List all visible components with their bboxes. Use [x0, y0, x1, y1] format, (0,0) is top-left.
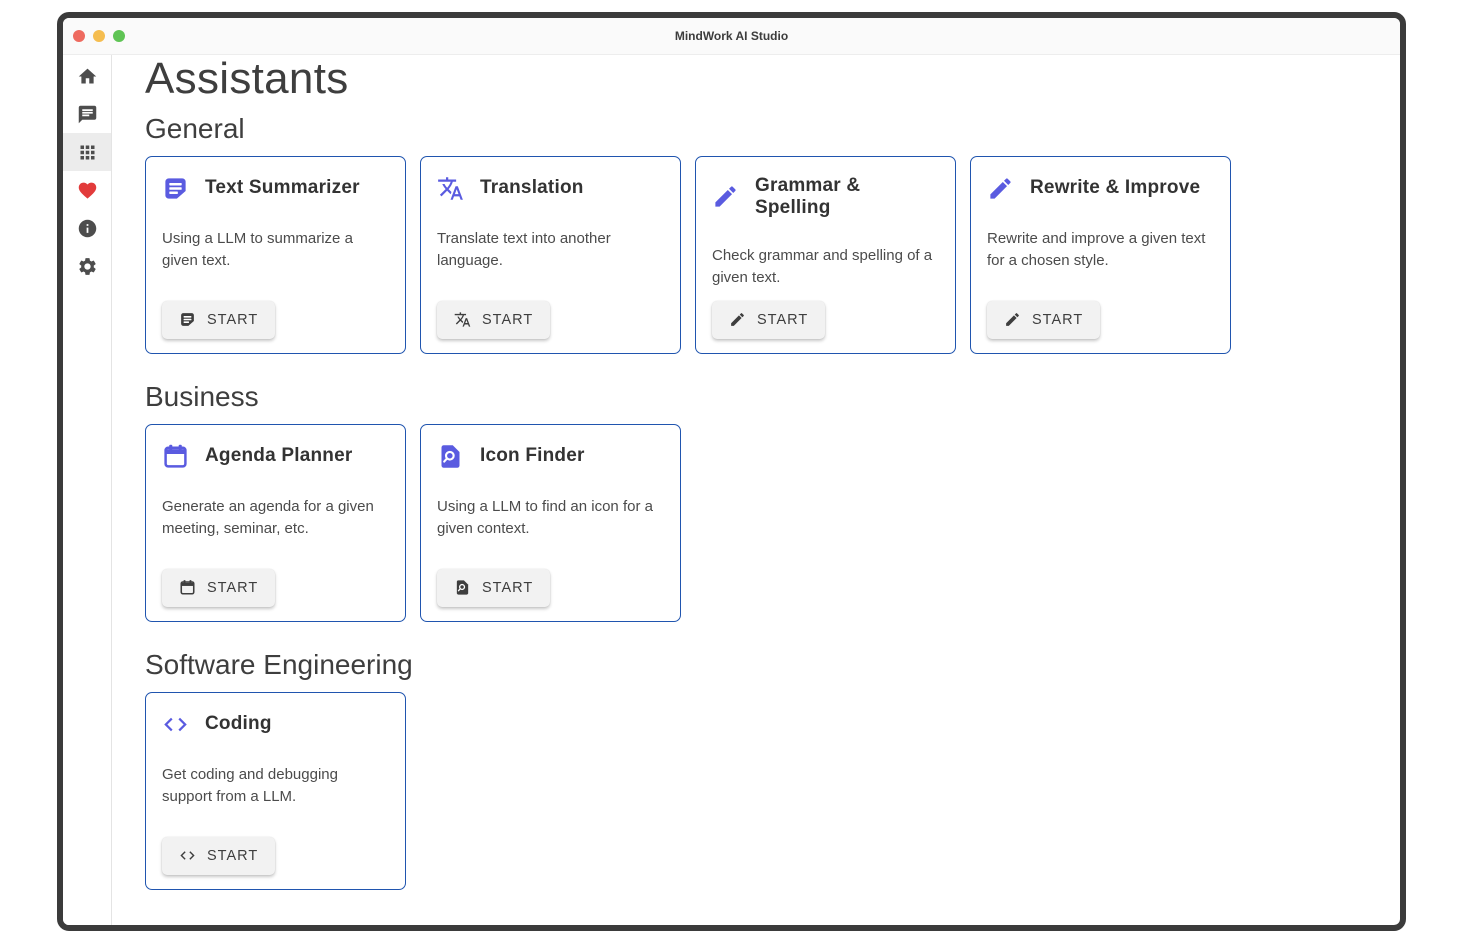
pencil-icon [987, 175, 1014, 202]
start-text-summarizer-button[interactable]: START [162, 301, 275, 339]
cards-row-software-engineering: Coding Get coding and debugging support … [145, 692, 1400, 890]
apps-grid-icon [77, 142, 98, 163]
info-icon [77, 218, 98, 239]
calendar-icon [162, 443, 189, 470]
card-coding: Coding Get coding and debugging support … [145, 692, 406, 890]
card-title: Rewrite & Improve [1030, 177, 1200, 199]
card-title: Grammar & Spelling [755, 175, 939, 219]
card-description: Using a LLM to find an icon for a given … [437, 496, 664, 541]
card-description: Check grammar and spelling of a given te… [712, 245, 939, 290]
sidebar [63, 55, 112, 925]
card-description: Get coding and debugging support from a … [162, 764, 389, 809]
summarize-icon [162, 175, 189, 202]
sidebar-item-home[interactable] [63, 57, 111, 95]
start-button-label: START [757, 312, 808, 328]
code-icon [179, 847, 196, 864]
cards-row-general: Text Summarizer Using a LLM to summarize… [145, 156, 1400, 354]
summarize-icon [179, 311, 196, 328]
sidebar-item-settings[interactable] [63, 247, 111, 285]
start-button-label: START [207, 580, 258, 596]
card-icon-finder: Icon Finder Using a LLM to find an icon … [420, 424, 681, 622]
pencil-icon [729, 311, 746, 328]
minimize-button[interactable] [93, 30, 105, 42]
window-title: MindWork AI Studio [63, 29, 1400, 43]
card-title: Agenda Planner [205, 445, 352, 467]
card-description: Rewrite and improve a given text for a c… [987, 228, 1214, 273]
start-button-label: START [482, 312, 533, 328]
close-button[interactable] [73, 30, 85, 42]
home-icon [77, 66, 98, 87]
start-translation-button[interactable]: START [437, 301, 550, 339]
page-title: Assistants [145, 55, 1400, 103]
card-title: Translation [480, 177, 584, 199]
cards-row-business: Agenda Planner Generate an agenda for a … [145, 424, 1400, 622]
start-coding-button[interactable]: START [162, 837, 275, 875]
card-description: Using a LLM to summarize a given text. [162, 228, 389, 273]
start-button-label: START [207, 312, 258, 328]
app-window: MindWork AI Studio Assistants [57, 12, 1406, 931]
heart-icon [77, 180, 98, 201]
start-icon-finder-button[interactable]: START [437, 569, 550, 607]
window-body: Assistants General Text Summarizer Using… [63, 55, 1400, 925]
card-text-summarizer: Text Summarizer Using a LLM to summarize… [145, 156, 406, 354]
start-agenda-planner-button[interactable]: START [162, 569, 275, 607]
card-description: Generate an agenda for a given meeting, … [162, 496, 389, 541]
pencil-icon [1004, 311, 1021, 328]
sidebar-item-supporters[interactable] [63, 171, 111, 209]
sidebar-item-assistants[interactable] [63, 133, 111, 171]
sidebar-item-chats[interactable] [63, 95, 111, 133]
section-label-software-engineering: Software Engineering [145, 649, 1400, 681]
code-icon [162, 711, 189, 738]
traffic-lights [63, 30, 125, 42]
card-title: Icon Finder [480, 445, 585, 467]
icon-search-icon [454, 579, 471, 596]
calendar-icon [179, 579, 196, 596]
pencil-icon [712, 183, 739, 210]
title-bar: MindWork AI Studio [63, 18, 1400, 55]
card-title: Text Summarizer [205, 177, 360, 199]
start-button-label: START [207, 848, 258, 864]
main-content: Assistants General Text Summarizer Using… [112, 55, 1400, 925]
section-label-general: General [145, 113, 1400, 145]
start-grammar-spelling-button[interactable]: START [712, 301, 825, 339]
card-agenda-planner: Agenda Planner Generate an agenda for a … [145, 424, 406, 622]
start-button-label: START [482, 580, 533, 596]
card-rewrite-improve: Rewrite & Improve Rewrite and improve a … [970, 156, 1231, 354]
card-translation: Translation Translate text into another … [420, 156, 681, 354]
card-grammar-spelling: Grammar & Spelling Check grammar and spe… [695, 156, 956, 354]
start-button-label: START [1032, 312, 1083, 328]
icon-search-icon [437, 443, 464, 470]
sidebar-item-about[interactable] [63, 209, 111, 247]
chat-icon [77, 104, 98, 125]
zoom-button[interactable] [113, 30, 125, 42]
start-rewrite-improve-button[interactable]: START [987, 301, 1100, 339]
section-label-business: Business [145, 381, 1400, 413]
translate-icon [454, 311, 471, 328]
translate-icon [437, 175, 464, 202]
card-title: Coding [205, 713, 272, 735]
gear-icon [77, 256, 98, 277]
card-description: Translate text into another language. [437, 228, 664, 273]
